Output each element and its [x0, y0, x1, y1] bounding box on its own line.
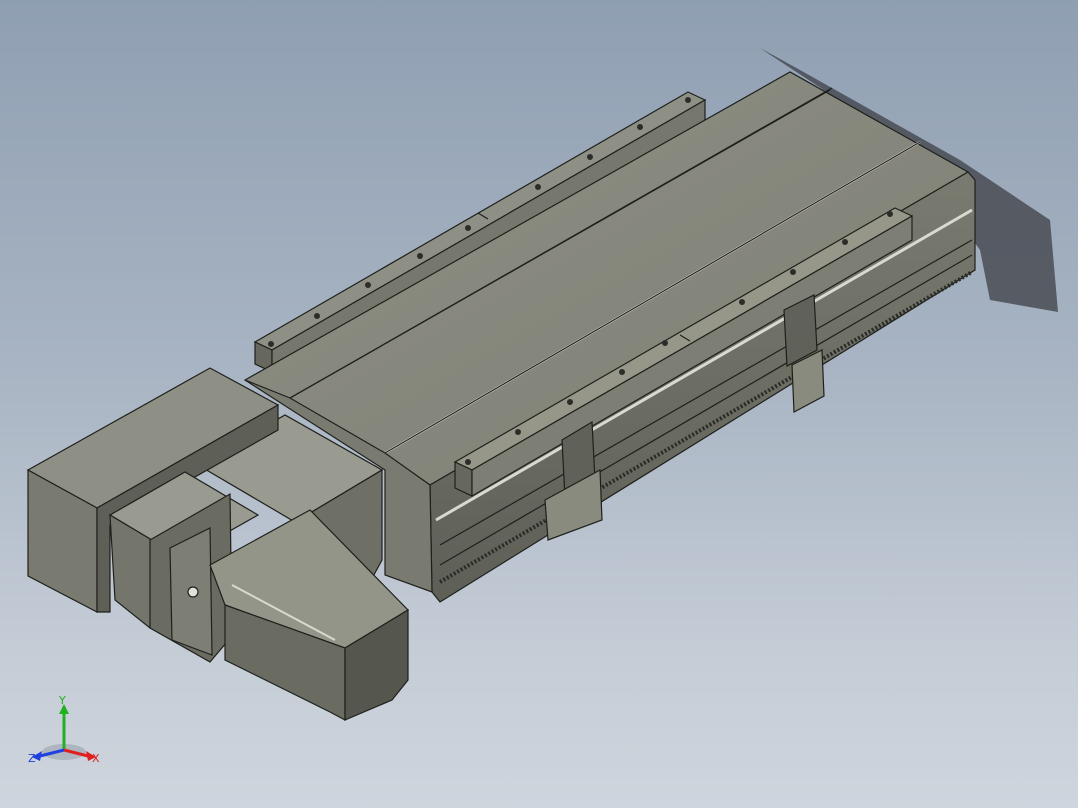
3d-viewport[interactable]: Y X Z	[0, 0, 1078, 808]
linear-actuator-model[interactable]	[0, 0, 1078, 808]
z-axis-label: Z	[28, 752, 36, 765]
orientation-triad: Y X Z	[28, 694, 100, 765]
x-axis-label: X	[92, 752, 100, 765]
y-axis-label: Y	[58, 694, 66, 707]
